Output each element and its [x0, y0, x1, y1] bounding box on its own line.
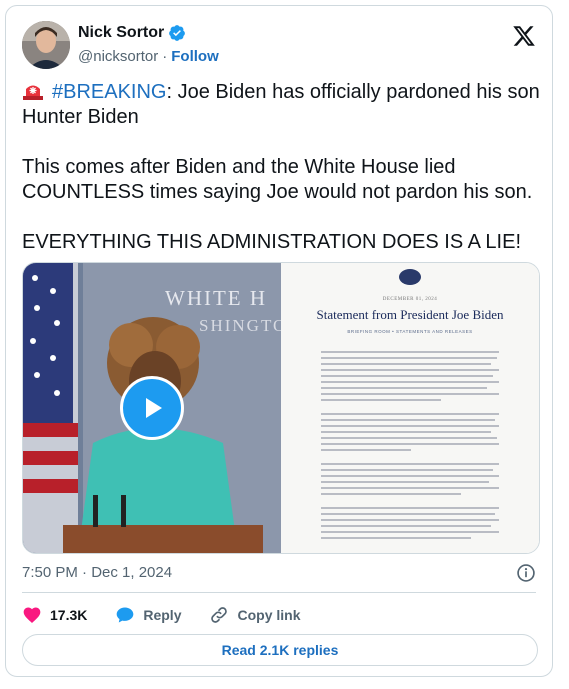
avatar[interactable] [22, 21, 70, 69]
tweet-timestamp[interactable]: 7:50 PM · Dec 1, 2024 [22, 564, 172, 581]
video-sign-text-1: WHITE H [165, 286, 267, 310]
like-button[interactable]: 17.3K [22, 605, 87, 625]
doc-body-text-lines [321, 351, 499, 539]
x-logo-icon[interactable] [512, 24, 536, 48]
white-house-seal-icon [399, 269, 421, 285]
copy-link-label: Copy link [237, 607, 301, 623]
play-button[interactable] [120, 376, 184, 440]
like-count: 17.3K [50, 607, 88, 623]
separator-dot: · [162, 48, 168, 65]
verified-badge-icon [169, 25, 186, 41]
read-replies-button[interactable]: Read 2.1K replies [22, 634, 538, 666]
copy-link-button[interactable]: Copy link [209, 605, 301, 625]
divider [22, 592, 536, 593]
reply-label: Reply [143, 607, 182, 623]
play-icon [146, 398, 162, 418]
tweet-card: Nick Sortor @nicksortor · Follow #BREAKI… [5, 5, 553, 677]
follow-button[interactable]: Follow [171, 48, 219, 65]
video-sign-text-2: SHINGTO [199, 316, 281, 335]
doc-title: Statement from President Joe Biden [316, 307, 504, 322]
statement-document-image: DECEMBER 01, 2024 Statement from Preside… [281, 263, 539, 553]
link-icon [211, 607, 228, 623]
reply-button[interactable]: Reply [115, 605, 181, 625]
tweet-paragraph-3: EVERYTHING THIS ADMINISTRATION DOES IS A… [22, 231, 522, 253]
reply-bubble-icon [117, 607, 134, 623]
siren-emoji-icon [23, 85, 43, 100]
hashtag-breaking[interactable]: #BREAKING [52, 81, 166, 103]
tweet-text: #BREAKING: Joe Biden has officially pard… [22, 80, 542, 255]
tweet-paragraph-1: #BREAKING: Joe Biden has officially pard… [22, 80, 542, 130]
author-handle-row: @nicksortor · Follow [78, 48, 219, 65]
info-icon[interactable] [516, 563, 536, 583]
tweet-paragraph-2: This comes after Biden and the White Hou… [22, 156, 533, 203]
video-thumbnail[interactable]: WHITE H SHINGTO [23, 263, 281, 553]
heart-icon [23, 607, 41, 623]
doc-links: BRIEFING ROOM • STATEMENTS AND RELEASES [347, 329, 473, 334]
author-name-row: Nick Sortor [78, 24, 186, 42]
action-bar: 17.3K Reply Copy link [22, 600, 329, 630]
doc-date: DECEMBER 01, 2024 [382, 297, 438, 302]
avatar-image [22, 21, 70, 69]
media-attachment[interactable]: WHITE H SHINGTO DECEMBER 01, 2024 Statem… [22, 262, 540, 554]
author-handle[interactable]: @nicksortor [78, 48, 158, 65]
author-name[interactable]: Nick Sortor [78, 24, 164, 42]
